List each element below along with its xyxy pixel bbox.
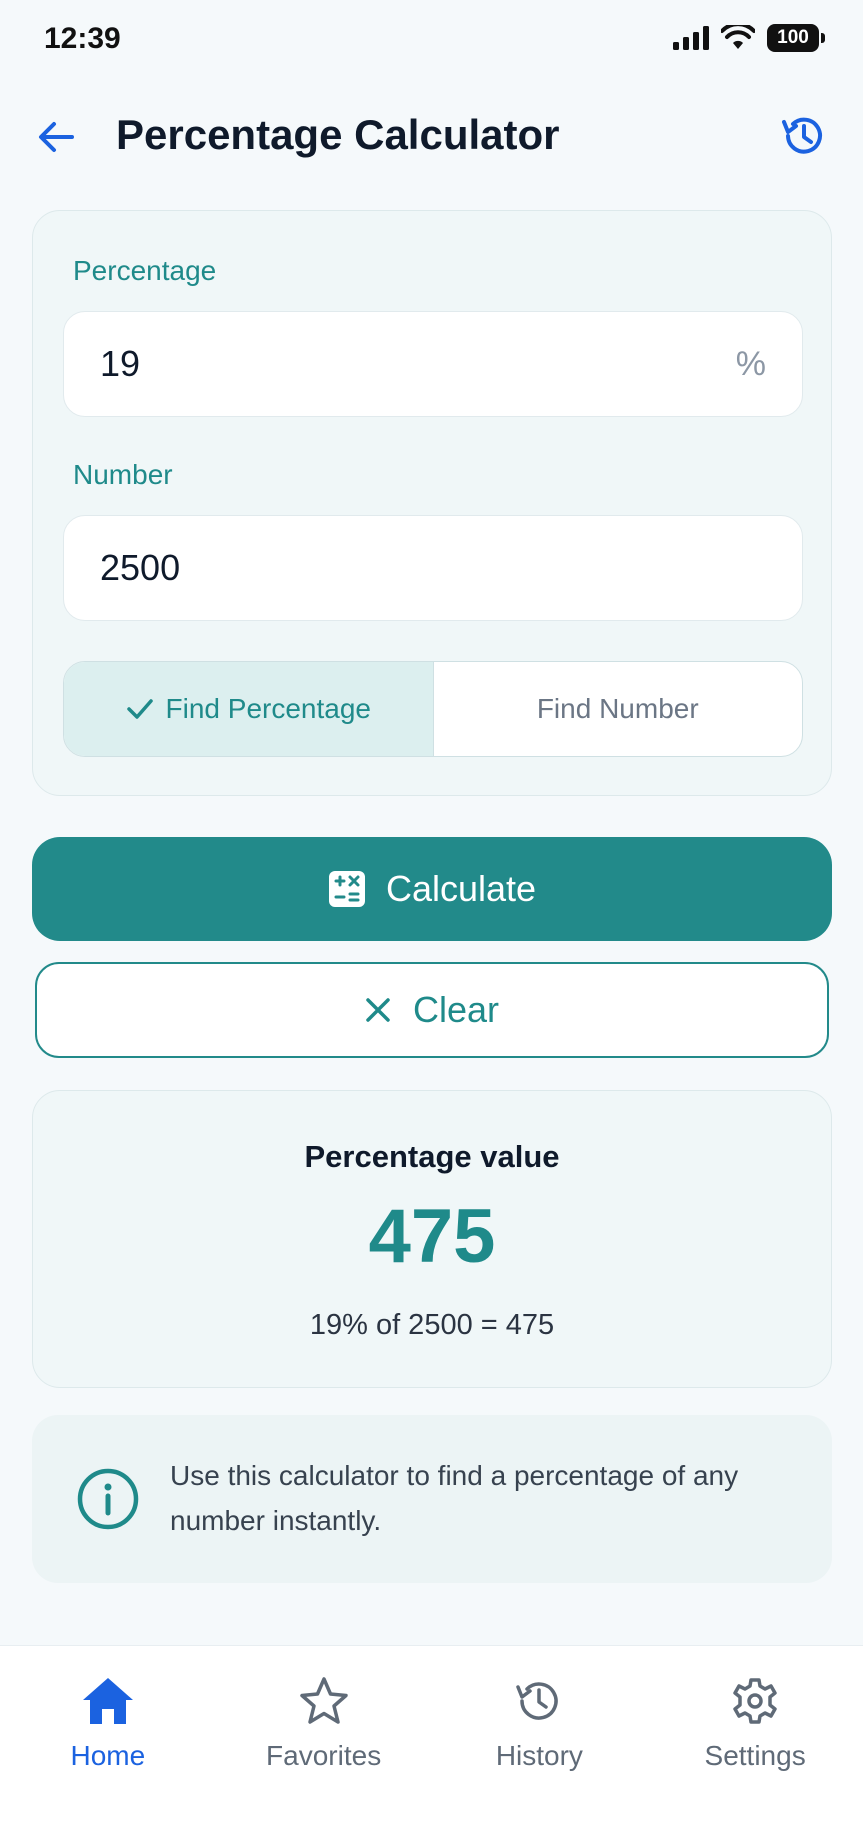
tab-home-label: Home: [70, 1740, 146, 1771]
clear-label: Clear: [412, 989, 500, 1030]
star-icon: [299, 1677, 348, 1724]
arrow-left-icon: [39, 122, 74, 152]
back-button[interactable]: [32, 113, 80, 161]
percent-suffix: %: [735, 344, 766, 383]
find-percentage-option[interactable]: Find Percentage: [64, 662, 433, 756]
mode-selector: Find Percentage Find Number: [63, 661, 803, 757]
gear-icon: [733, 1678, 777, 1724]
history-button[interactable]: [777, 109, 831, 163]
status-icons: 100: [673, 24, 825, 52]
app-header: Percentage Calculator: [0, 95, 863, 175]
result-label: Percentage value: [304, 1139, 560, 1174]
close-icon: [366, 998, 390, 1022]
check-icon: [126, 699, 153, 719]
info-card: Use this calculator to find a percentage…: [32, 1415, 832, 1583]
status-time: 12:39: [44, 22, 121, 55]
signal-icon: [673, 26, 709, 50]
home-icon: [82, 1678, 133, 1724]
percentage-value: 19: [100, 343, 141, 384]
tab-history-label: History: [495, 1740, 583, 1771]
find-number-option[interactable]: Find Number: [432, 662, 803, 756]
wifi-icon: [721, 25, 755, 49]
battery-indicator: 100: [767, 24, 825, 52]
find-percentage-label: Find Percentage: [165, 693, 371, 724]
tab-settings-label: Settings: [704, 1740, 806, 1771]
tab-favorites-label: Favorites: [266, 1740, 382, 1771]
number-input[interactable]: 2500: [63, 515, 803, 621]
result-card: Percentage value 475 19% of 2500 = 475: [32, 1090, 832, 1388]
tab-favorites[interactable]: Favorites: [216, 1646, 432, 1823]
number-label: Number: [73, 459, 173, 490]
number-value: 2500: [100, 547, 181, 588]
find-number-label: Find Number: [536, 693, 699, 724]
history-icon: [516, 1682, 559, 1720]
info-icon: [77, 1468, 139, 1530]
result-value: 475: [368, 1194, 496, 1279]
history-icon: [782, 117, 822, 154]
calculator-icon: [328, 871, 365, 907]
percentage-input[interactable]: 19 %: [63, 311, 803, 417]
battery-level: 100: [777, 27, 809, 48]
tab-home[interactable]: Home: [0, 1646, 216, 1823]
status-bar: 12:39 100: [0, 0, 863, 80]
calculate-button[interactable]: Calculate: [32, 837, 832, 941]
result-formula: 19% of 2500 = 475: [309, 1309, 555, 1341]
page-title: Percentage Calculator: [116, 111, 560, 158]
tab-history[interactable]: History: [432, 1646, 648, 1823]
info-text: Use this calculator to find a percentage…: [170, 1460, 739, 1536]
clear-button[interactable]: Clear: [35, 962, 829, 1058]
input-card: Percentage 19 % Number 2500 Find Percent…: [32, 210, 832, 796]
percentage-label: Percentage: [73, 255, 217, 286]
tab-settings[interactable]: Settings: [647, 1646, 863, 1823]
bottom-tab-bar: Home Favorites History Settings: [0, 1645, 863, 1823]
calculate-label: Calculate: [385, 868, 537, 909]
